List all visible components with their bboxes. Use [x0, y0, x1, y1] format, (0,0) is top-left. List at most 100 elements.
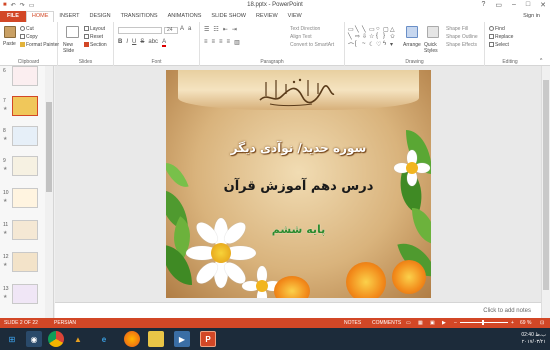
slide-thumbnail[interactable]	[12, 284, 38, 304]
reading-view-icon[interactable]: ▣	[430, 320, 435, 326]
tab-insert[interactable]: INSERT	[54, 11, 84, 22]
tab-slide-show[interactable]: SLIDE SHOW	[206, 11, 251, 22]
shape-effects-button[interactable]: Shape Effects	[446, 42, 477, 48]
slide-thumbnail[interactable]	[12, 156, 38, 176]
bracket-shape-icon[interactable]: [	[355, 41, 362, 50]
section-button[interactable]: Section	[84, 42, 107, 48]
heart-shape-icon[interactable]: ♡	[376, 41, 383, 50]
zoom-level[interactable]: 69 %	[520, 320, 531, 326]
text-direction-button[interactable]: Text Direction	[290, 26, 320, 32]
slide-canvas[interactable]: سوره حدید/ نوآدی دیگر درس دهم آموزش قرآن…	[166, 70, 431, 298]
moon-shape-icon[interactable]: ☾	[369, 41, 376, 50]
slide-thumbnail[interactable]	[12, 220, 38, 240]
shrink-font-icon[interactable]: a	[188, 26, 191, 32]
tab-view[interactable]: VIEW	[283, 11, 307, 22]
system-tray[interactable]: 02:40 ب.ظ ۲۰۱۷/۰۳/۲۱	[521, 332, 546, 346]
quick-styles-icon[interactable]	[427, 26, 439, 38]
zoom-slider[interactable]	[460, 320, 508, 325]
fit-slide-icon[interactable]: ⊡	[540, 320, 544, 326]
font-color-icon[interactable]: A	[162, 39, 167, 47]
minimize-button[interactable]: –	[512, 1, 516, 9]
tab-home[interactable]: HOME	[25, 11, 55, 22]
cut-button[interactable]: Cut	[20, 26, 34, 32]
star-shape-icon[interactable]: ☆	[369, 33, 376, 40]
paste-icon[interactable]	[4, 26, 16, 38]
slide-line-lesson[interactable]: درس دهم آموزش قرآن	[166, 179, 431, 194]
slide-sorter-icon[interactable]: ▦	[418, 320, 423, 326]
slide-thumbnail[interactable]	[12, 126, 38, 146]
more-shapes-icon[interactable]: ▾	[390, 41, 397, 50]
normal-view-icon[interactable]: ▭	[406, 320, 411, 326]
oval-shape-icon[interactable]: ○	[376, 26, 383, 33]
shape-outline-button[interactable]: Shape Outline	[446, 34, 478, 40]
powerpoint-icon[interactable]: P	[200, 331, 216, 347]
slideshow-icon[interactable]: ▶	[442, 320, 446, 326]
shapes-gallery[interactable]: ▭ ╲ ╲ ▭ ○ ▢ △ ╲ ⇨ ⇩ ☆{} ✩ ⌒[~ ☾ ♡ ϟ ▾	[348, 26, 400, 50]
font-name-box[interactable]	[118, 27, 162, 34]
bullets-icon[interactable]: ☰	[204, 26, 209, 33]
paste-button[interactable]: Paste	[3, 41, 16, 47]
scrollbar-thumb[interactable]	[543, 80, 549, 290]
tab-design[interactable]: DESIGN	[85, 11, 116, 22]
ribbon-display-button[interactable]: ▭	[495, 1, 502, 9]
tab-animations[interactable]: ANIMATIONS	[163, 11, 207, 22]
align-right-icon[interactable]: ≡	[219, 39, 223, 46]
help-button[interactable]: ?	[481, 1, 485, 9]
convert-smartart-button[interactable]: Convert to SmartArt	[290, 42, 334, 48]
slide-thumbnail[interactable]	[12, 188, 38, 208]
slide-thumbnail[interactable]	[12, 66, 38, 86]
new-slide-icon[interactable]	[66, 26, 79, 38]
align-text-button[interactable]: Align Text	[290, 34, 312, 40]
decrease-indent-icon[interactable]: ⇤	[223, 26, 228, 33]
tab-review[interactable]: REVIEW	[251, 11, 283, 22]
slide-line-title[interactable]: سوره حدید/ نوآدی دیگر	[166, 141, 431, 155]
slide-thumbnail-selected[interactable]	[12, 96, 38, 116]
maximize-button[interactable]: □	[526, 1, 530, 9]
zoom-slider-knob[interactable]	[482, 320, 484, 325]
triangle-shape-icon[interactable]: △	[390, 26, 397, 33]
line-shape-icon-3[interactable]: ╲	[348, 33, 355, 40]
ie-icon[interactable]: e	[96, 331, 112, 347]
editor-scrollbar[interactable]	[541, 66, 550, 318]
tab-file[interactable]: FILE	[0, 11, 26, 22]
zoom-in-icon[interactable]: +	[511, 320, 514, 326]
start-icon[interactable]: ⊞	[4, 331, 20, 347]
media-player-icon[interactable]: ▶	[174, 331, 190, 347]
curve-shape-icon[interactable]: ⌒	[348, 41, 355, 50]
collapse-ribbon-icon[interactable]: ^	[540, 58, 542, 64]
explorer-icon[interactable]	[148, 331, 164, 347]
chrome-icon[interactable]	[48, 331, 64, 347]
font-size-box[interactable]: 24	[164, 27, 178, 34]
justify-icon[interactable]: ≡	[227, 39, 231, 46]
star-shape-icon-2[interactable]: ✩	[390, 33, 397, 40]
new-slide-button[interactable]: New Slide	[63, 42, 83, 54]
sign-in-link[interactable]: Sign in	[523, 13, 540, 19]
reset-button[interactable]: Reset	[84, 34, 103, 40]
strikethrough-icon[interactable]: S	[140, 39, 144, 47]
find-button[interactable]: Find	[489, 26, 505, 32]
numbering-icon[interactable]: ☷	[213, 26, 218, 33]
arrange-icon[interactable]	[406, 26, 418, 38]
comments-button[interactable]: COMMENTS	[372, 320, 401, 326]
slide-thumbnail[interactable]	[12, 252, 38, 272]
align-center-icon[interactable]: ≡	[212, 39, 216, 46]
vlc-icon[interactable]: ▲	[70, 331, 86, 347]
brace-shape-icon-2[interactable]: }	[383, 33, 390, 40]
thumbnail-scrollbar[interactable]	[45, 66, 53, 318]
brace-shape-icon[interactable]: {	[376, 33, 383, 40]
shadow-icon[interactable]: abc	[148, 39, 158, 47]
start-icon-2[interactable]: ◉	[26, 331, 42, 347]
increase-indent-icon[interactable]: ⇥	[232, 26, 237, 33]
align-left-icon[interactable]: ≡	[204, 39, 208, 46]
arrow-shape-icon-2[interactable]: ⇩	[362, 33, 369, 40]
rect-shape-icon[interactable]: ▭	[369, 26, 376, 33]
copy-button[interactable]: Copy	[20, 34, 38, 40]
format-painter-button[interactable]: Format Painter	[20, 42, 59, 48]
close-button[interactable]: ✕	[540, 1, 546, 9]
underline-icon[interactable]: U	[132, 39, 136, 47]
bold-icon[interactable]: B	[118, 39, 122, 47]
lightning-shape-icon[interactable]: ϟ	[383, 41, 390, 50]
zoom-out-icon[interactable]: –	[454, 320, 457, 326]
notes-button[interactable]: NOTES	[344, 320, 361, 326]
arrange-button[interactable]: Arrange	[403, 42, 421, 48]
